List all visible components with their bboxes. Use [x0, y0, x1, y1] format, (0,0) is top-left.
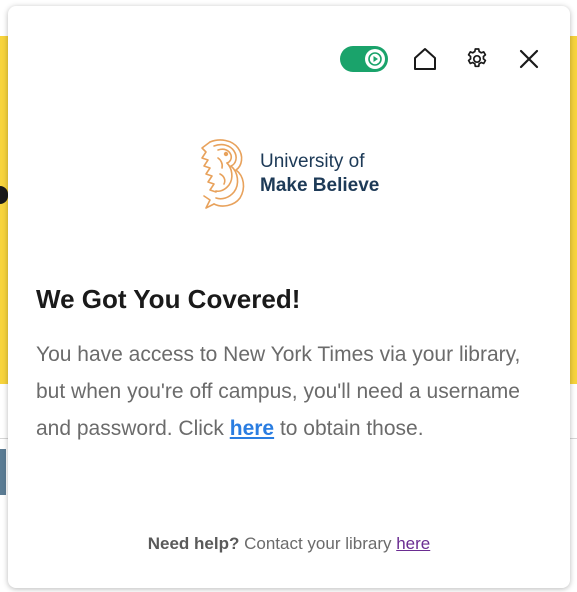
- access-message-suffix: to obtain those.: [274, 417, 424, 440]
- close-button[interactable]: [514, 44, 544, 74]
- help-text: Contact your library: [239, 534, 397, 553]
- contact-library-link[interactable]: here: [396, 534, 430, 553]
- home-icon: [414, 48, 436, 70]
- extension-popup: University of Make Believe We Got You Co…: [8, 6, 570, 588]
- logo-line-1: University of: [260, 151, 365, 172]
- access-message: You have access to New York Times via yo…: [36, 336, 546, 447]
- help-label: Need help?: [147, 534, 240, 553]
- seahorse-logo-icon: [201, 139, 245, 209]
- close-icon: [519, 49, 539, 69]
- obtain-credentials-link[interactable]: here: [230, 417, 274, 440]
- background-tab: [0, 449, 6, 495]
- play-icon: [365, 49, 385, 69]
- logo-line-2: Make Believe: [260, 175, 380, 196]
- help-footer: Need help? Contact your library here: [8, 534, 570, 554]
- gear-icon: [467, 48, 487, 68]
- university-logo: University of Make Believe: [196, 136, 379, 212]
- popup-heading: We Got You Covered!: [36, 284, 301, 314]
- enable-toggle[interactable]: [340, 46, 388, 72]
- home-button[interactable]: [410, 44, 440, 74]
- popup-toolbar: [340, 44, 544, 74]
- settings-button[interactable]: [462, 44, 492, 74]
